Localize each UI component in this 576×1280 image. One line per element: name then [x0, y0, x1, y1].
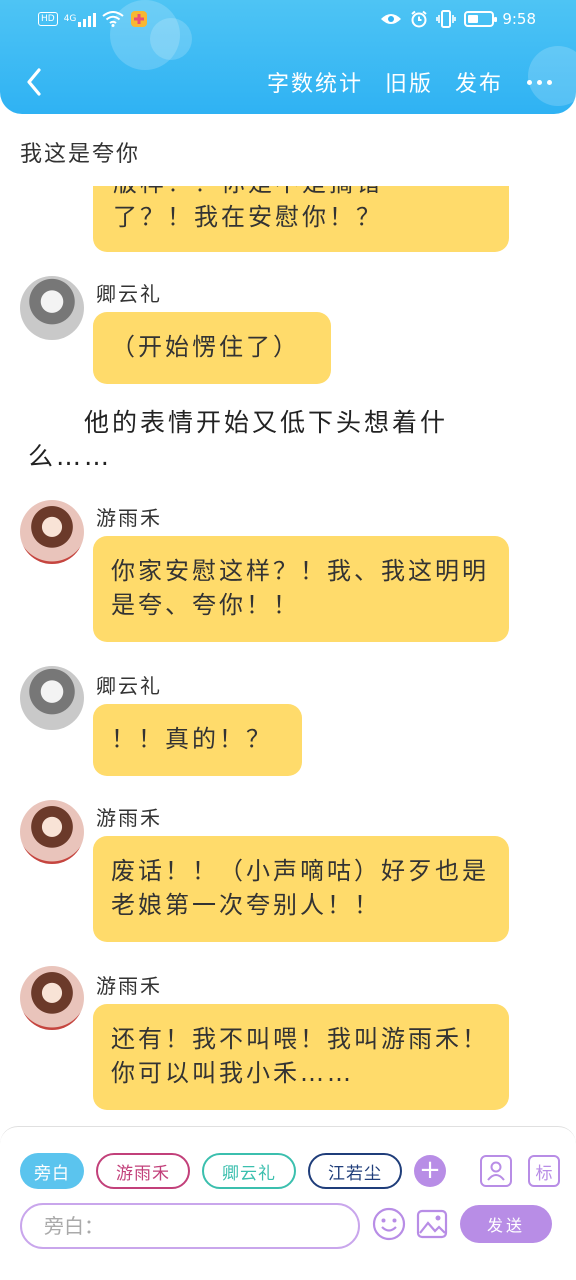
narration-text[interactable]: 他的表情开始又低下头想着什么…… — [28, 406, 498, 474]
battery-icon — [464, 11, 498, 27]
chevron-left-icon — [27, 68, 41, 96]
more-options-icon[interactable] — [527, 79, 552, 85]
header-actions: 字数统计 旧版 发布 — [267, 66, 552, 98]
top-nav-bar: HD 4G 9:58 字数统计 旧版 发布 — [0, 0, 576, 114]
message-input-wrapper — [20, 1203, 360, 1249]
role-chip-youyuhe[interactable]: 游雨禾 — [96, 1153, 190, 1189]
avatar-qingyunli[interactable] — [20, 276, 84, 340]
send-button[interactable]: 发送 — [460, 1205, 552, 1243]
image-icon[interactable] — [416, 1208, 448, 1244]
role-chip-jiangruochen[interactable]: 江若尘 — [308, 1153, 402, 1189]
message-bubble[interactable]: 你家安慰这样？！我、我这明明是夸、夸你！！ — [93, 536, 509, 642]
sender-name: 游雨禾 — [96, 806, 162, 830]
message-input[interactable] — [22, 1205, 358, 1247]
status-bar: HD 4G 9:58 — [0, 0, 576, 40]
message-text-line: 了？！我在安慰你！？ — [113, 203, 383, 231]
sender-name: 游雨禾 — [96, 506, 162, 530]
app-notification-icon — [131, 11, 148, 27]
avatar-youyuhe[interactable] — [20, 800, 84, 864]
message-text-line: 版样！！你是不是搞错 — [113, 186, 383, 200]
avatar-qingyunli[interactable] — [20, 666, 84, 730]
message-bubble[interactable]: ！！真的！？ — [93, 704, 302, 776]
message-bubble[interactable]: 还有！我不叫喂！我叫游雨禾！你可以叫我小禾…… — [93, 1004, 509, 1110]
composer-panel: 旁白 游雨禾 卿云礼 江若尘 + 标 发送 — [0, 1126, 576, 1280]
publish-button[interactable]: 发布 — [455, 66, 503, 98]
character-profile-icon[interactable] — [480, 1155, 512, 1187]
back-button[interactable] — [16, 62, 52, 102]
chat-area[interactable]: 我这是夸你 版样！！你是不是搞错 了？！我在安慰你！？ 卿云礼 （开始愣住了） … — [0, 114, 576, 1126]
hd-badge: HD — [38, 12, 58, 26]
tag-button[interactable]: 标 — [528, 1155, 560, 1187]
sender-name: 游雨禾 — [96, 974, 162, 998]
emoji-icon[interactable] — [372, 1207, 406, 1245]
network-type: 4G — [63, 14, 77, 24]
role-chip-qingyunli[interactable]: 卿云礼 — [202, 1153, 296, 1189]
old-version-button[interactable]: 旧版 — [385, 66, 433, 98]
message-bubble[interactable]: （开始愣住了） — [93, 312, 331, 384]
eye-icon — [381, 14, 402, 24]
vibrate-icon — [436, 10, 457, 28]
clock: 9:58 — [502, 10, 536, 28]
add-role-button[interactable]: + — [414, 1155, 446, 1187]
avatar-youyuhe[interactable] — [20, 500, 84, 564]
message-bubble-partial[interactable]: 版样！！你是不是搞错 了？！我在安慰你！？ — [93, 186, 509, 252]
wifi-icon — [102, 11, 125, 27]
role-chip-narrator[interactable]: 旁白 — [20, 1153, 84, 1189]
word-count-button[interactable]: 字数统计 — [267, 66, 363, 98]
sender-name: 卿云礼 — [96, 282, 162, 306]
signal-icon — [78, 11, 97, 27]
story-note-title: 我这是夸你 — [20, 142, 141, 167]
avatar-youyuhe[interactable] — [20, 966, 84, 1030]
sender-name: 卿云礼 — [96, 674, 162, 698]
message-bubble[interactable]: 废话！！（小声嘀咕）好歹也是老娘第一次夸别人！！ — [93, 836, 509, 942]
alarm-icon — [411, 10, 427, 28]
